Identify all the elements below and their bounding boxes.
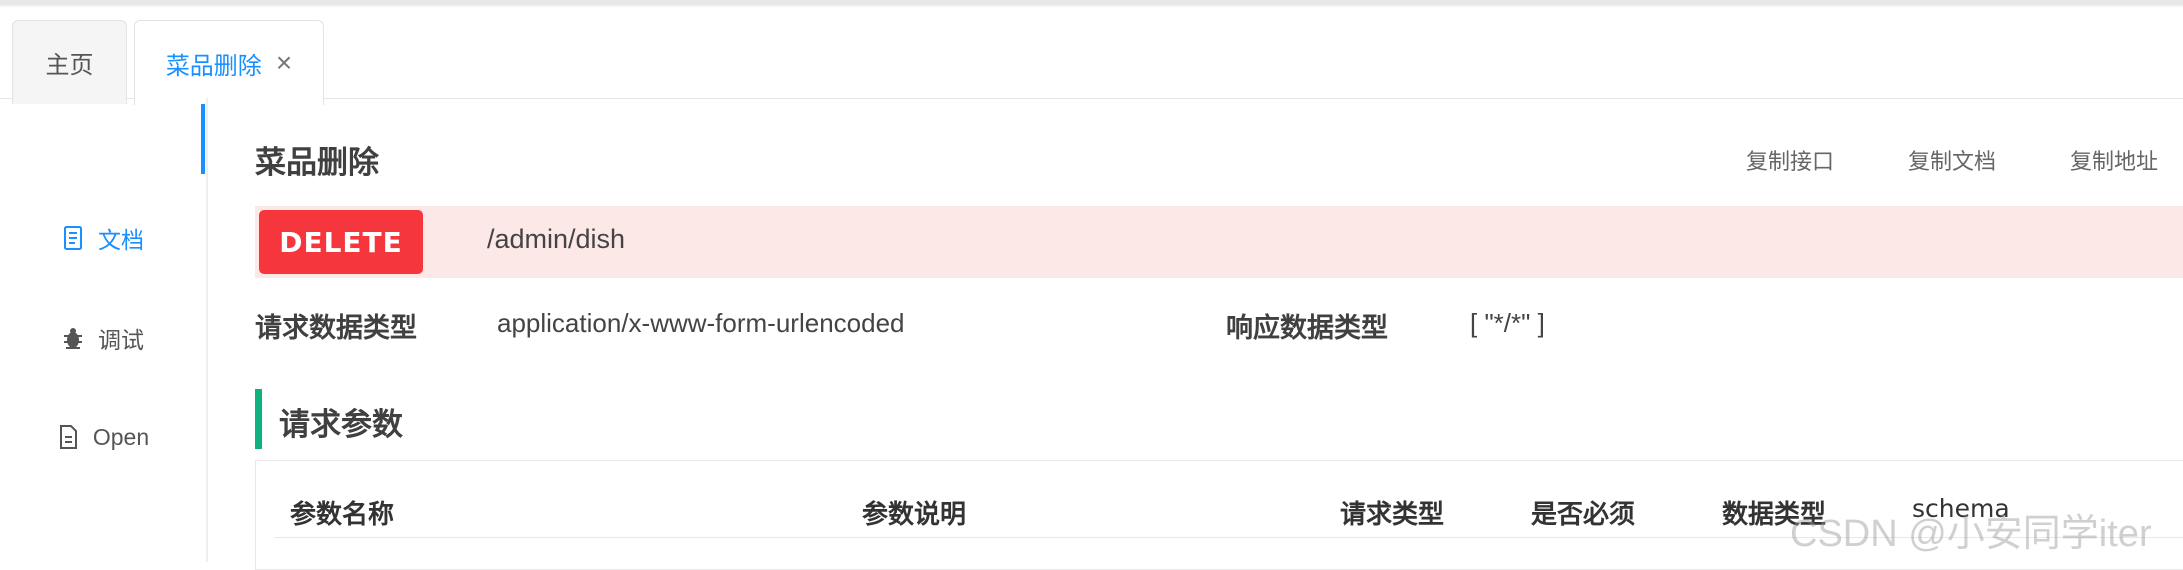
request-params-title: 请求参数 [279, 407, 403, 442]
bug-icon [64, 328, 82, 349]
col-request-type: 请求类型 [1340, 499, 1445, 529]
page-title: 菜品删除 [255, 145, 379, 180]
request-type-value: application/x-www-form-urlencoded [497, 308, 905, 338]
nav-item-debug-label: 调试 [98, 327, 144, 353]
col-required: 是否必须 [1531, 499, 1636, 529]
col-param-name: 参数名称 [290, 499, 395, 529]
nav-item-document-label: 文档 [98, 227, 144, 253]
response-type-label: 响应数据类型 [1226, 313, 1388, 343]
nav-item-debug[interactable]: 调试 [0, 304, 206, 372]
watermark: CSDN @小安同学iter [1790, 513, 2152, 555]
api-endpoint-row: DELETE /admin/dish [255, 206, 2183, 278]
nav-item-open-label: Open [92, 423, 150, 450]
nav-active-indicator [201, 104, 205, 174]
tabs-bar: 主页 菜品删除 × [0, 7, 2183, 105]
copy-url-button[interactable]: 复制地址 [2070, 144, 2158, 176]
section-accent-bar [255, 389, 262, 449]
copy-doc-button[interactable]: 复制文档 [1908, 144, 1996, 176]
api-path: /admin/dish [487, 224, 626, 254]
nav-item-open[interactable]: Open [0, 403, 206, 471]
tab-home[interactable]: 主页 [12, 20, 127, 104]
request-type-label: 请求数据类型 [255, 313, 417, 343]
col-param-desc: 参数说明 [862, 499, 967, 529]
document-icon [64, 226, 82, 250]
side-nav: 文档 调试 Open [0, 98, 208, 562]
file-icon [59, 425, 77, 449]
close-icon[interactable]: × [276, 49, 292, 77]
http-method-badge: DELETE [259, 210, 423, 274]
response-type-value: [ "*/*" ] [1470, 308, 1545, 338]
tab-dish-delete-label: 菜品删除 [165, 52, 262, 80]
tab-dish-delete[interactable]: 菜品删除 × [134, 20, 324, 105]
nav-item-document[interactable]: 文档 [0, 204, 206, 272]
tab-home-label: 主页 [45, 52, 94, 79]
copy-api-button[interactable]: 复制接口 [1746, 144, 1834, 176]
